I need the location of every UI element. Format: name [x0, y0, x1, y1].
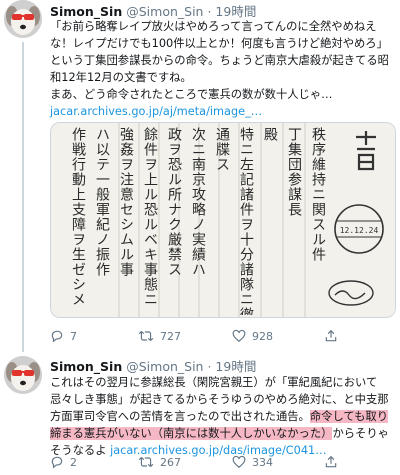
document-column: ハ以テ一般軍紀ノ振作 [94, 127, 110, 277]
reply-action[interactable]: 7 [50, 327, 77, 345]
document-column: 秩序維持ニ関スル件 [310, 127, 326, 262]
tweet-link[interactable]: jacar.archives.go.jp/aj/meta/image_… [50, 105, 262, 118]
author-name[interactable]: Simon_Sin [50, 4, 122, 19]
document-column: 特ニ左記諸件ヲ十分諸隊ニ徹底 [238, 127, 254, 315]
like-icon [232, 329, 246, 343]
like-icon [232, 455, 246, 469]
document-column: 殿 [262, 127, 278, 142]
like-action[interactable]: 334 [232, 453, 273, 471]
reply-count: 7 [70, 329, 77, 343]
avatar-dog-icon [4, 0, 42, 38]
dot-separator: · [207, 359, 212, 374]
document-column: 餘件ヲ上ル恐ルベキ事態ニ [142, 127, 158, 307]
tweet-text: 「お前ら略奪レイプ放火はやめろって言ってんのに全然やめねえな！レイプだけでも10… [50, 18, 395, 120]
retweet-icon [138, 457, 154, 467]
reply-action[interactable]: 2 [50, 453, 77, 471]
reply-count: 2 [70, 455, 77, 469]
tweet-2[interactable]: Simon_Sin @Simon_Sin · 19時間 これはその翌月に参謀総長… [0, 350, 400, 475]
reply-icon [51, 330, 63, 343]
share-icon [325, 329, 337, 342]
author-handle[interactable]: @Simon_Sin [126, 359, 203, 374]
retweet-icon [138, 331, 154, 341]
share-icon [325, 455, 337, 468]
attached-document-image[interactable]: 12.12.24 秩序維持ニ関スル件 丁集団参謀長殿特ニ左記諸件ヲ十分諸隊ニ徹底通… [50, 122, 396, 318]
document-column: 作戦行動上支障ヲ生ゼシメ [70, 127, 86, 307]
author-handle[interactable]: @Simon_Sin [126, 4, 203, 19]
share-action[interactable] [324, 327, 338, 345]
tweet-body: 「お前ら略奪レイプ放火はやめろって言ってんのに全然やめねえな！レイプだけでも10… [50, 20, 389, 101]
timestamp[interactable]: 19時間 [215, 4, 256, 19]
timestamp[interactable]: 19時間 [215, 359, 256, 374]
document-column: 通牒ス [214, 127, 230, 172]
avatar[interactable] [4, 356, 42, 394]
tweet-1[interactable]: Simon_Sin @Simon_Sin · 19時間 「お前ら略奪レイプ放火は… [0, 0, 400, 352]
tweet-text: これはその翌月に参謀総長（閑院宮親王）が「軍紀風紀において忌々しき事態」が起きて… [50, 374, 395, 459]
author-name[interactable]: Simon_Sin [50, 359, 122, 374]
reply-icon [51, 456, 63, 469]
dot-separator: · [207, 4, 212, 19]
tweet-header: Simon_Sin @Simon_Sin · 19時間 [50, 356, 256, 375]
tweet-actions: 7 727 928 [50, 327, 350, 345]
tweet-actions: 2 267 334 [50, 453, 350, 471]
like-action[interactable]: 928 [232, 327, 273, 345]
thread-line [22, 42, 24, 352]
retweet-count: 267 [160, 455, 181, 469]
retweet-action[interactable]: 727 [138, 327, 181, 345]
avatar[interactable] [4, 0, 42, 38]
document-column: 政ヲ恐ル所ナク厳禁ス [166, 127, 182, 277]
document-column: 丁集団参謀長 [286, 127, 302, 217]
like-count: 334 [252, 455, 273, 469]
stamp-date: 12.12.24 [340, 226, 379, 235]
retweet-count: 727 [160, 329, 181, 343]
document-column: 次ニ南京攻略ノ実績ハ [190, 127, 206, 277]
avatar-dog-icon [4, 356, 42, 394]
share-action[interactable] [324, 453, 338, 471]
retweet-action[interactable]: 267 [138, 453, 181, 471]
like-count: 928 [252, 329, 273, 343]
document-column: 強姦ヲ注意セシムル事 [118, 127, 134, 277]
document-text-columns: 秩序維持ニ関スル件 丁集団参謀長殿特ニ左記諸件ヲ十分諸隊ニ徹底 通牒ス 次ニ南京攻略ノ… [59, 127, 329, 315]
